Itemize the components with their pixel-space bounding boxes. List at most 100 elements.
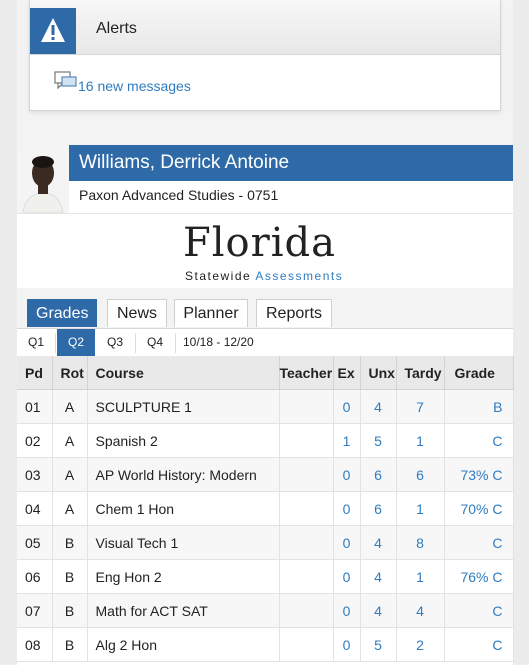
cell-tardy[interactable]: 6 [396, 457, 445, 492]
cell-grade[interactable]: C [444, 593, 514, 628]
cell-tardy[interactable]: 1 [396, 423, 445, 458]
cell-teacher [279, 423, 334, 458]
cell-grade[interactable]: B [444, 389, 514, 424]
cell-course[interactable]: Visual Tech 1 [87, 525, 280, 560]
cell-unexcused[interactable]: 6 [360, 457, 397, 492]
cell-excused[interactable]: 0 [333, 491, 361, 526]
cell-pd: 04 [17, 491, 53, 526]
cell-course[interactable]: AP World History: Modern [87, 457, 280, 492]
cell-grade[interactable]: 76% C [444, 559, 514, 594]
cell-excused[interactable]: 0 [333, 389, 361, 424]
cell-teacher [279, 491, 334, 526]
cell-pd: 02 [17, 423, 53, 458]
alerts-card: Alerts 16 new messages [29, 0, 501, 111]
cell-unexcused[interactable]: 5 [360, 627, 397, 662]
cell-tardy[interactable]: 2 [396, 627, 445, 662]
warning-triangle-icon [41, 18, 65, 42]
cell-grade[interactable]: C [444, 423, 514, 458]
cell-rot: B [52, 525, 88, 560]
col-tardy[interactable]: Tardy [396, 356, 445, 390]
tab-news[interactable]: News [107, 299, 167, 327]
col-unx[interactable]: Unx [360, 356, 397, 390]
cell-rot: A [52, 423, 88, 458]
cell-pd: 08 [17, 627, 53, 662]
cell-excused[interactable]: 0 [333, 559, 361, 594]
grades-body: 01 A SCULPTURE 1 0 4 7 B 02 A Spanish 2 1 5 1 C 03 A AP … [17, 389, 514, 662]
cell-tardy[interactable]: 7 [396, 389, 445, 424]
cell-rot: A [52, 491, 88, 526]
quarter-q4[interactable]: Q4 [136, 329, 174, 356]
logo-word: Florida [183, 220, 336, 266]
cell-course[interactable]: Chem 1 Hon [87, 491, 280, 526]
tab-grades[interactable]: Grades [27, 299, 97, 327]
cell-pd: 01 [17, 389, 53, 424]
logo-subtitle: Statewide Assessments [185, 269, 343, 283]
cell-tardy[interactable]: 4 [396, 593, 445, 628]
cell-excused[interactable]: 0 [333, 457, 361, 492]
cell-tardy[interactable]: 1 [396, 491, 445, 526]
cell-grade[interactable]: C [444, 525, 514, 560]
cell-course[interactable]: Math for ACT SAT [87, 593, 280, 628]
col-grade[interactable]: Grade [444, 356, 514, 390]
quarter-q2[interactable]: Q2 [57, 329, 95, 356]
tab-planner[interactable]: Planner [174, 299, 248, 327]
cell-excused[interactable]: 0 [333, 525, 361, 560]
cell-tardy[interactable]: 8 [396, 525, 445, 560]
cell-grade[interactable]: C [444, 627, 514, 662]
table-row[interactable]: 08 B Alg 2 Hon 0 5 2 C [17, 627, 514, 662]
table-row[interactable]: 06 B Eng Hon 2 0 4 1 76% C [17, 559, 514, 594]
table-row[interactable]: 07 B Math for ACT SAT 0 4 4 C [17, 593, 514, 628]
cell-unexcused[interactable]: 4 [360, 559, 397, 594]
cell-unexcused[interactable]: 4 [360, 389, 397, 424]
new-messages-link[interactable]: 16 new messages [78, 78, 191, 94]
logo-sub-assessments: Assessments [255, 269, 344, 283]
cell-rot: B [52, 559, 88, 594]
cell-excused[interactable]: 0 [333, 627, 361, 662]
fsa-logo: Florida Statewide Assessments [17, 213, 513, 289]
col-course[interactable]: Course [87, 356, 280, 390]
grades-table: Pd Rot Course Teacher Ex Unx Tardy Grade… [17, 356, 514, 662]
table-row[interactable]: 03 A AP World History: Modern 0 6 6 73% C [17, 457, 514, 492]
cell-unexcused[interactable]: 5 [360, 423, 397, 458]
alerts-header: Alerts [30, 0, 500, 55]
col-pd[interactable]: Pd [17, 356, 53, 390]
col-teacher[interactable]: Teacher [279, 356, 334, 390]
table-row[interactable]: 02 A Spanish 2151C [17, 423, 514, 458]
cell-grade[interactable]: 73% C [444, 457, 514, 492]
cell-excused[interactable]: 0 [333, 593, 361, 628]
alert-icon-box [30, 8, 76, 54]
quarter-q3[interactable]: Q3 [96, 329, 134, 356]
cell-excused[interactable]: 1 [333, 423, 361, 458]
cell-course[interactable]: Eng Hon 2 [87, 559, 280, 594]
student-card: Williams, Derrick Antoine Paxon Advanced… [17, 145, 514, 665]
cell-course[interactable]: Spanish 2 [87, 423, 280, 458]
cell-course[interactable]: SCULPTURE 1 [87, 389, 280, 424]
cell-pd: 03 [17, 457, 53, 492]
cell-teacher [279, 559, 334, 594]
page-frame: Alerts 16 new messages Williams, Derrick… [17, 0, 514, 665]
cell-rot: A [52, 457, 88, 492]
cell-pd: 05 [17, 525, 53, 560]
cell-pd: 06 [17, 559, 53, 594]
table-row[interactable]: 04 A Chem 1 Hon 0 6 1 70% C [17, 491, 514, 526]
cell-course[interactable]: Alg 2 Hon [87, 627, 280, 662]
cell-pd: 07 [17, 593, 53, 628]
alerts-title: Alerts [96, 20, 137, 37]
cell-unexcused[interactable]: 4 [360, 525, 397, 560]
table-row[interactable]: 05 B Visual Tech 1 048C [17, 525, 514, 560]
student-photo [17, 145, 69, 213]
cell-rot: B [52, 593, 88, 628]
col-ex[interactable]: Ex [333, 356, 361, 390]
cell-teacher [279, 593, 334, 628]
cell-unexcused[interactable]: 6 [360, 491, 397, 526]
message-bubbles-icon[interactable] [54, 70, 78, 92]
tab-reports[interactable]: Reports [256, 299, 332, 327]
col-rot[interactable]: Rot [52, 356, 88, 390]
cell-teacher [279, 389, 334, 424]
cell-unexcused[interactable]: 4 [360, 593, 397, 628]
cell-grade[interactable]: 70% C [444, 491, 514, 526]
quarter-q1[interactable]: Q1 [17, 329, 55, 356]
student-photo-image [17, 145, 69, 213]
cell-tardy[interactable]: 1 [396, 559, 445, 594]
table-row[interactable]: 01 A SCULPTURE 1 047B [17, 389, 514, 424]
